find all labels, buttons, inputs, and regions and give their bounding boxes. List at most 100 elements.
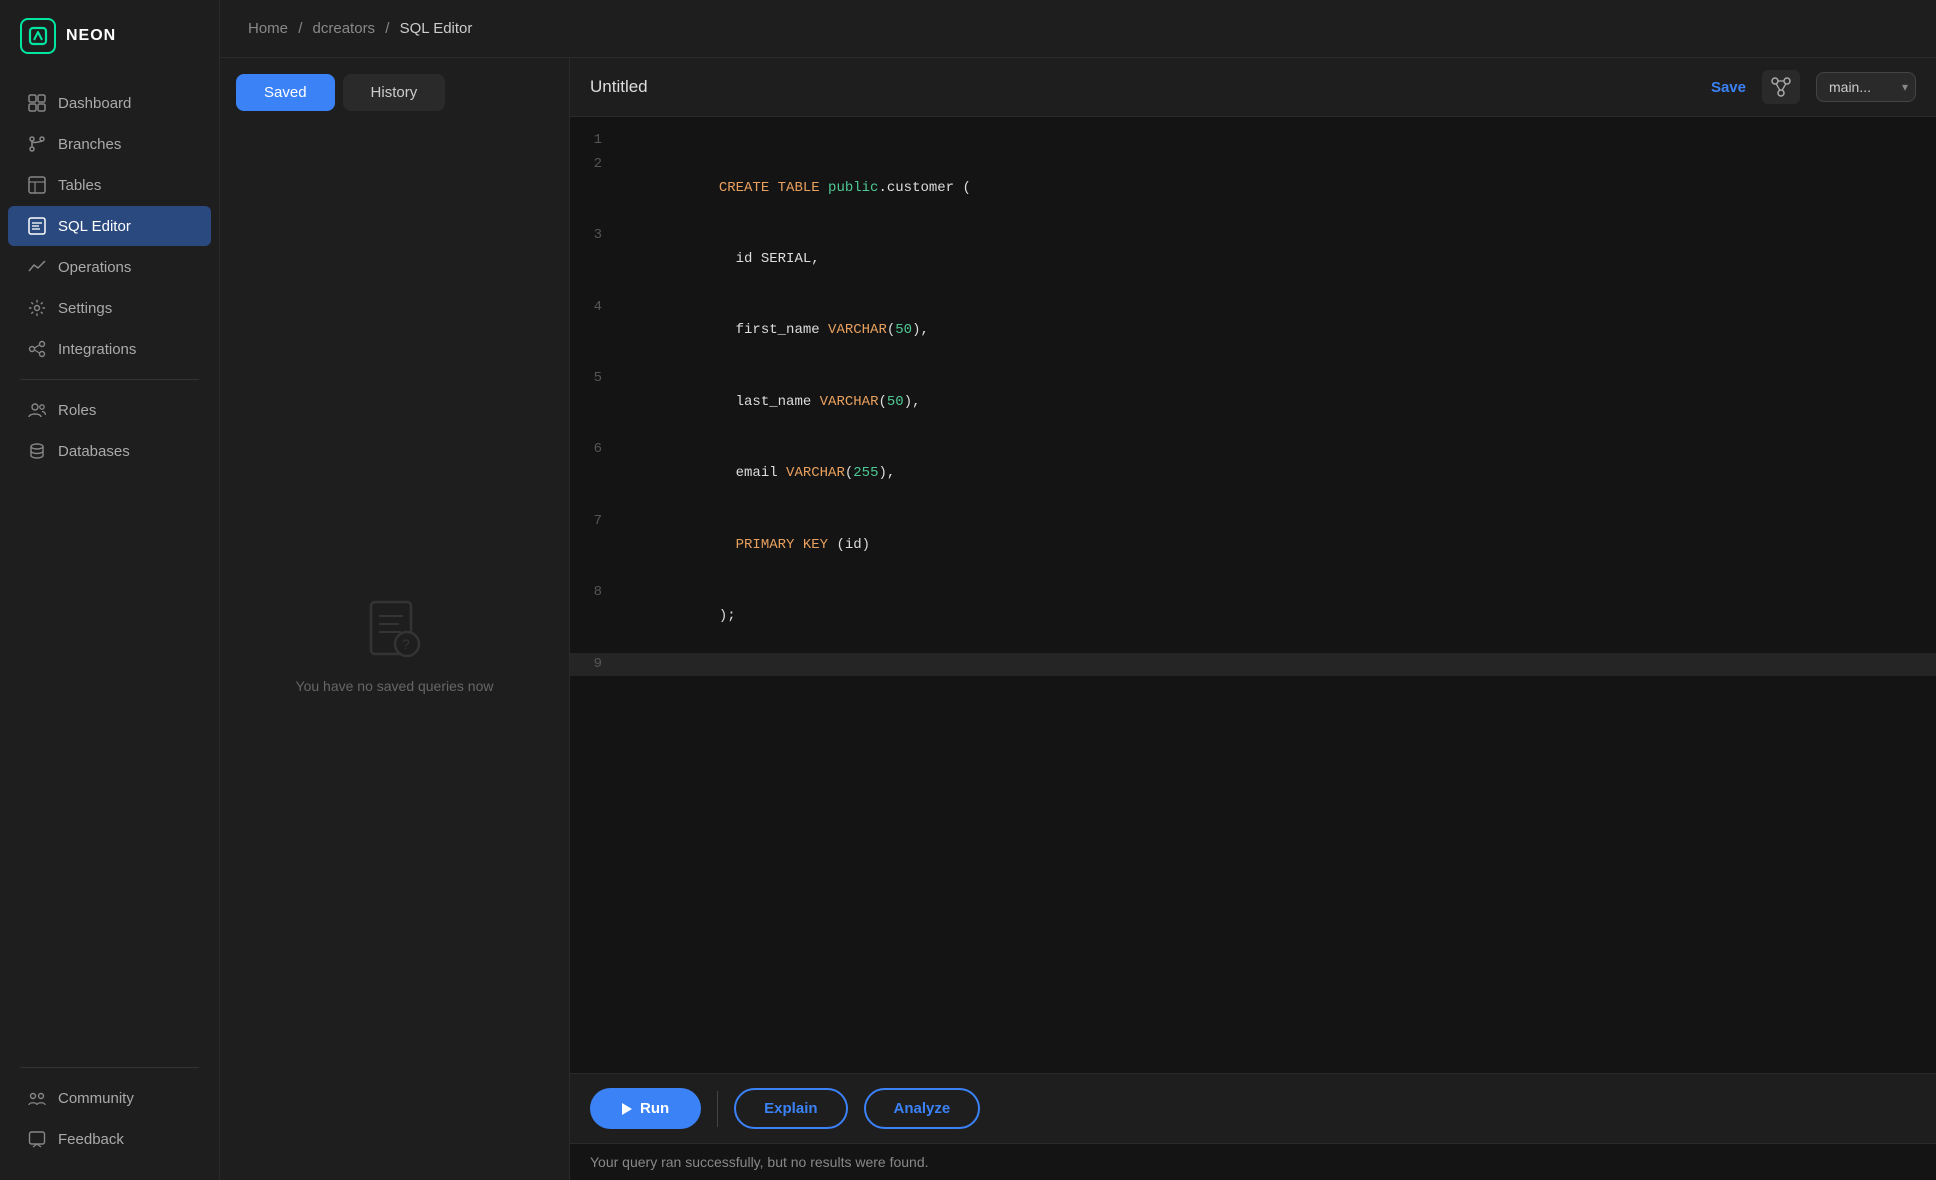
code-line-current: 9	[570, 653, 1936, 677]
line-number: 4	[570, 296, 618, 320]
tables-icon	[28, 176, 46, 194]
line-content: email VARCHAR(255),	[618, 438, 1936, 509]
code-line: 5 last_name VARCHAR(50),	[570, 367, 1936, 438]
breadcrumb-current: SQL Editor	[400, 20, 473, 37]
operations-icon	[28, 258, 46, 276]
community-icon	[28, 1089, 46, 1107]
sidebar-item-label: Databases	[58, 443, 130, 460]
editor-title: Untitled	[590, 77, 1695, 97]
sidebar-item-label: Community	[58, 1090, 134, 1107]
sidebar-item-label: Branches	[58, 136, 121, 153]
sidebar-item-tables[interactable]: Tables	[8, 165, 211, 205]
logo-area: NEON	[0, 0, 219, 72]
sidebar-item-dashboard[interactable]: Dashboard	[8, 83, 211, 123]
code-line: 6 email VARCHAR(255),	[570, 438, 1936, 509]
breadcrumb-home[interactable]: Home	[248, 20, 288, 37]
run-button[interactable]: Run	[590, 1088, 701, 1129]
main-content: Home / dcreators / SQL Editor Saved Hist…	[220, 0, 1936, 1180]
code-editor[interactable]: 1 2 CREATE TABLE public.customer ( 3 id …	[570, 117, 1936, 1073]
editor-area: Saved History ? You have no saved querie…	[220, 58, 1936, 1180]
button-divider	[717, 1091, 718, 1127]
sidebar-item-label: Feedback	[58, 1131, 124, 1148]
branch-select[interactable]: main...	[1816, 72, 1916, 102]
sidebar-item-label: Roles	[58, 402, 96, 419]
breadcrumb: Home / dcreators / SQL Editor	[220, 0, 1936, 58]
sidebar-item-label: Tables	[58, 177, 101, 194]
line-number: 3	[570, 224, 618, 248]
line-content: id SERIAL,	[618, 224, 1936, 295]
line-number: 2	[570, 153, 618, 177]
code-line: 7 PRIMARY KEY (id)	[570, 510, 1936, 581]
line-content: PRIMARY KEY (id)	[618, 510, 1936, 581]
schema-icon	[1770, 76, 1792, 98]
sidebar-item-label: Operations	[58, 259, 131, 276]
code-line: 1	[570, 129, 1936, 153]
integrations-icon	[28, 340, 46, 358]
line-content: last_name VARCHAR(50),	[618, 367, 1936, 438]
branch-select-wrapper: main... ▾	[1816, 72, 1916, 102]
empty-state-text: You have no saved queries now	[296, 678, 494, 694]
sidebar-item-sql-editor[interactable]: SQL Editor	[8, 206, 211, 246]
empty-state-icon: ?	[363, 598, 427, 662]
line-number: 8	[570, 581, 618, 605]
svg-text:?: ?	[402, 636, 410, 652]
sql-editor-icon	[28, 217, 46, 235]
breadcrumb-sep2: /	[385, 20, 389, 37]
logo-text: NEON	[66, 27, 116, 45]
sidebar-item-branches[interactable]: Branches	[8, 124, 211, 164]
play-icon	[622, 1103, 632, 1115]
save-button[interactable]: Save	[1711, 79, 1746, 96]
databases-icon	[28, 442, 46, 460]
tab-history[interactable]: History	[343, 74, 446, 111]
schema-icon-button[interactable]	[1762, 70, 1800, 104]
line-content	[618, 653, 1936, 677]
branches-icon	[28, 135, 46, 153]
run-label: Run	[640, 1100, 669, 1117]
line-number: 7	[570, 510, 618, 534]
line-number: 5	[570, 367, 618, 391]
breadcrumb-project[interactable]: dcreators	[313, 20, 376, 37]
sidebar-item-settings[interactable]: Settings	[8, 288, 211, 328]
sidebar-item-integrations[interactable]: Integrations	[8, 329, 211, 369]
line-number: 9	[570, 653, 618, 677]
feedback-icon	[28, 1130, 46, 1148]
sidebar-item-community[interactable]: Community	[8, 1078, 211, 1118]
line-number: 1	[570, 129, 618, 153]
code-line: 2 CREATE TABLE public.customer (	[570, 153, 1936, 224]
tab-bar: Saved History	[220, 58, 569, 111]
right-panel: Untitled Save main...	[570, 58, 1936, 1180]
sidebar-item-label: Settings	[58, 300, 112, 317]
sidebar-item-label: SQL Editor	[58, 218, 131, 235]
tab-saved[interactable]: Saved	[236, 74, 335, 111]
result-message: Your query ran successfully, but no resu…	[570, 1143, 1936, 1180]
code-line: 3 id SERIAL,	[570, 224, 1936, 295]
sidebar-item-label: Integrations	[58, 341, 136, 358]
main-nav: Dashboard Branches Tables	[0, 72, 219, 1047]
sidebar-item-operations[interactable]: Operations	[8, 247, 211, 287]
sidebar-footer: Community Feedback	[0, 1047, 219, 1180]
code-line: 4 first_name VARCHAR(50),	[570, 296, 1936, 367]
sidebar-item-databases[interactable]: Databases	[8, 431, 211, 471]
line-content: );	[618, 581, 1936, 652]
breadcrumb-sep1: /	[298, 20, 302, 37]
code-line: 8 );	[570, 581, 1936, 652]
line-number: 6	[570, 438, 618, 462]
roles-icon	[28, 401, 46, 419]
sidebar-item-label: Dashboard	[58, 95, 131, 112]
left-panel: Saved History ? You have no saved querie…	[220, 58, 570, 1180]
dashboard-icon	[28, 94, 46, 112]
footer-divider	[20, 1067, 199, 1068]
sidebar: NEON Dashboard Branches	[0, 0, 220, 1180]
bottom-bar: Run Explain Analyze	[570, 1073, 1936, 1143]
sidebar-item-feedback[interactable]: Feedback	[8, 1119, 211, 1159]
sidebar-item-roles[interactable]: Roles	[8, 390, 211, 430]
settings-icon	[28, 299, 46, 317]
logo-icon	[20, 18, 56, 54]
editor-header: Untitled Save main...	[570, 58, 1936, 117]
analyze-button[interactable]: Analyze	[864, 1088, 981, 1129]
left-panel-body: ? You have no saved queries now	[220, 111, 569, 1180]
nav-divider	[20, 379, 199, 380]
explain-button[interactable]: Explain	[734, 1088, 847, 1129]
line-content: first_name VARCHAR(50),	[618, 296, 1936, 367]
line-content: CREATE TABLE public.customer (	[618, 153, 1936, 224]
